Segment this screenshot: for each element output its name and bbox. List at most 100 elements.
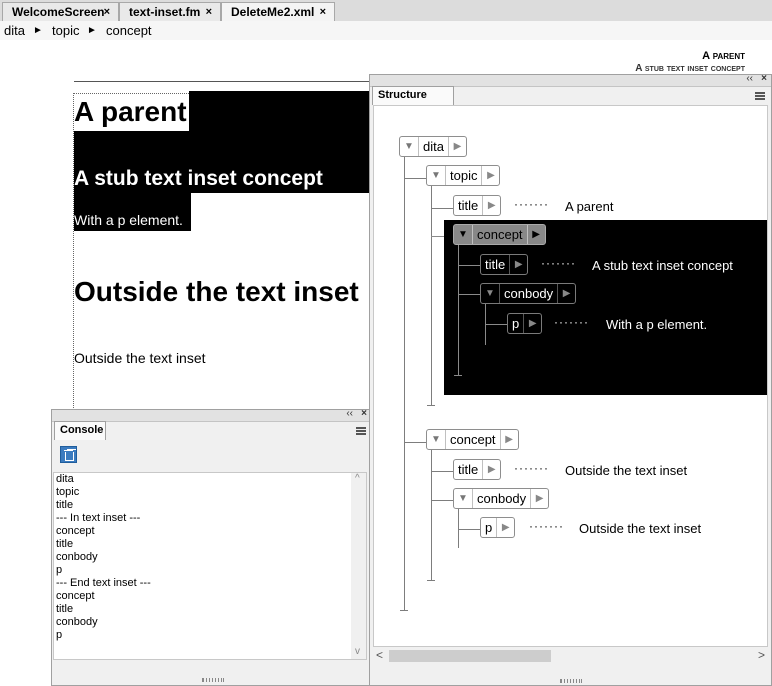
chevron-right-icon: ► [87, 25, 97, 36]
structure-tree[interactable]: ▼ dita ▶ ▼ topic ▶ title ▶ ······· A par… [373, 105, 768, 647]
triangle-right-icon[interactable]: ▶ [558, 288, 575, 299]
inset-paragraph[interactable]: With a p element. [74, 212, 183, 228]
console-line: title [56, 499, 74, 511]
triangle-right-icon[interactable]: ▶ [483, 200, 500, 211]
structure-view-panel: ‹‹ × Structure View ▼ [369, 73, 772, 686]
tree-node-concept[interactable]: ▼ concept ▶ [426, 429, 519, 450]
node-label: topic [445, 166, 483, 185]
triangle-down-icon[interactable]: ▼ [427, 434, 445, 445]
close-icon[interactable]: × [320, 3, 326, 21]
triangle-down-icon[interactable]: ▼ [481, 288, 499, 299]
close-icon[interactable]: × [206, 3, 212, 21]
resize-grip[interactable] [202, 678, 224, 682]
heading-stub-concept[interactable]: A stub text inset concept [74, 165, 323, 193]
tab-console[interactable]: Console [54, 421, 106, 440]
tree-line [458, 242, 459, 375]
tab-text-inset-fm[interactable]: text-inset.fm × [119, 2, 221, 21]
collapse-icon[interactable]: ‹‹ [746, 73, 753, 84]
breadcrumb: dita ► topic ► concept [0, 21, 772, 40]
tree-node-topic[interactable]: ▼ topic ▶ [426, 165, 501, 186]
triangle-right-icon[interactable]: ▶ [501, 434, 518, 445]
triangle-right-icon[interactable]: ▶ [497, 522, 514, 533]
running-header-parent: A parent [702, 50, 745, 62]
tab-label: text-inset.fm [129, 5, 201, 19]
node-label: conbody [499, 284, 559, 303]
tree-line [431, 208, 453, 209]
console-scrollbar[interactable]: ^ v [351, 473, 366, 659]
triangle-right-icon[interactable]: ▶ [528, 229, 545, 240]
document-tab-bar: WelcomeScreen × text-inset.fm × DeleteMe… [0, 0, 772, 22]
console-line: --- In text inset --- [56, 512, 141, 524]
tree-line [458, 506, 459, 548]
scroll-right-icon[interactable]: > [758, 648, 765, 662]
node-label: concept [445, 430, 501, 449]
tree-line [431, 448, 432, 580]
node-text-outside-inset: Outside the text inset [565, 463, 688, 478]
scrollbar-thumb[interactable] [389, 650, 551, 662]
close-icon[interactable]: × [361, 408, 367, 419]
node-text-stub-concept: A stub text inset concept [592, 258, 733, 273]
selected-subtree-highlight [431, 220, 767, 395]
tree-line [454, 375, 462, 376]
paragraph-outside-inset[interactable]: Outside the text inset [74, 350, 206, 366]
resize-grip[interactable] [560, 679, 582, 683]
tab-label: WelcomeScreen [12, 5, 105, 19]
close-icon[interactable]: × [761, 73, 767, 84]
tree-node-dita[interactable]: ▼ dita ▶ [399, 136, 467, 157]
console-line: topic [56, 486, 80, 498]
tree-line [485, 324, 507, 325]
triangle-down-icon[interactable]: ▼ [454, 229, 472, 240]
tree-node-title[interactable]: title ▶ [453, 459, 502, 480]
tree-node-title[interactable]: title ▶ [453, 195, 502, 216]
tab-structure-view[interactable]: Structure View [372, 86, 454, 118]
tree-node-concept-selected[interactable]: ▼ concept ▶ [453, 224, 546, 245]
triangle-right-icon[interactable]: ▶ [524, 318, 541, 329]
tab-deleteme2-xml[interactable]: DeleteMe2.xml × [221, 2, 335, 21]
triangle-right-icon[interactable]: ▶ [482, 170, 499, 181]
menu-icon[interactable] [755, 92, 765, 100]
leader-dots: ······· [514, 461, 549, 475]
tree-line [431, 184, 432, 405]
triangle-right-icon[interactable]: ▶ [531, 493, 548, 504]
scroll-left-icon[interactable]: < [376, 648, 383, 662]
tree-line [404, 442, 426, 443]
tree-node-p[interactable]: p ▶ [507, 313, 543, 334]
tree-node-p[interactable]: p ▶ [480, 517, 516, 538]
trash-icon[interactable] [60, 446, 77, 463]
console-panel: ‹‹ × Console dita topic title --- In tex… [51, 408, 370, 686]
triangle-down-icon[interactable]: ▼ [454, 493, 472, 504]
console-line: dita [56, 473, 74, 485]
tree-node-title[interactable]: title ▶ [480, 254, 529, 275]
menu-icon[interactable] [356, 427, 366, 435]
console-line: concept [56, 590, 95, 602]
console-line: --- End text inset --- [56, 577, 151, 589]
selection-highlight [189, 91, 373, 131]
scroll-up-icon[interactable]: ^ [355, 473, 360, 484]
breadcrumb-item-concept[interactable]: concept [106, 21, 152, 40]
heading-outside-inset[interactable]: Outside the text inset [74, 274, 359, 310]
triangle-right-icon[interactable]: ▶ [449, 141, 466, 152]
triangle-down-icon[interactable]: ▼ [400, 141, 418, 152]
close-icon[interactable]: × [104, 3, 110, 21]
scroll-down-icon[interactable]: v [355, 646, 360, 657]
console-line: concept [56, 525, 95, 537]
breadcrumb-item-topic[interactable]: topic [52, 21, 79, 40]
tree-line [458, 265, 480, 266]
node-label: concept [472, 225, 528, 244]
triangle-right-icon[interactable]: ▶ [483, 464, 500, 475]
collapse-icon[interactable]: ‹‹ [346, 408, 353, 419]
tab-welcome-screen[interactable]: WelcomeScreen × [2, 2, 119, 21]
triangle-down-icon[interactable]: ▼ [427, 170, 445, 181]
console-output[interactable]: dita topic title --- In text inset --- c… [53, 472, 367, 660]
tree-line [404, 156, 405, 610]
leader-dots: ······· [514, 197, 549, 211]
node-label: p [508, 314, 525, 333]
tree-node-conbody[interactable]: ▼ conbody ▶ [453, 488, 550, 509]
running-header-stub: A stub text inset concept [635, 63, 745, 74]
tree-line [458, 529, 480, 530]
triangle-right-icon[interactable]: ▶ [510, 259, 527, 270]
heading-a-parent[interactable]: A parent [74, 95, 187, 129]
structure-horizontal-scrollbar[interactable]: < > [373, 647, 768, 663]
breadcrumb-item-dita[interactable]: dita [4, 21, 25, 40]
tree-node-conbody[interactable]: ▼ conbody ▶ [480, 283, 577, 304]
